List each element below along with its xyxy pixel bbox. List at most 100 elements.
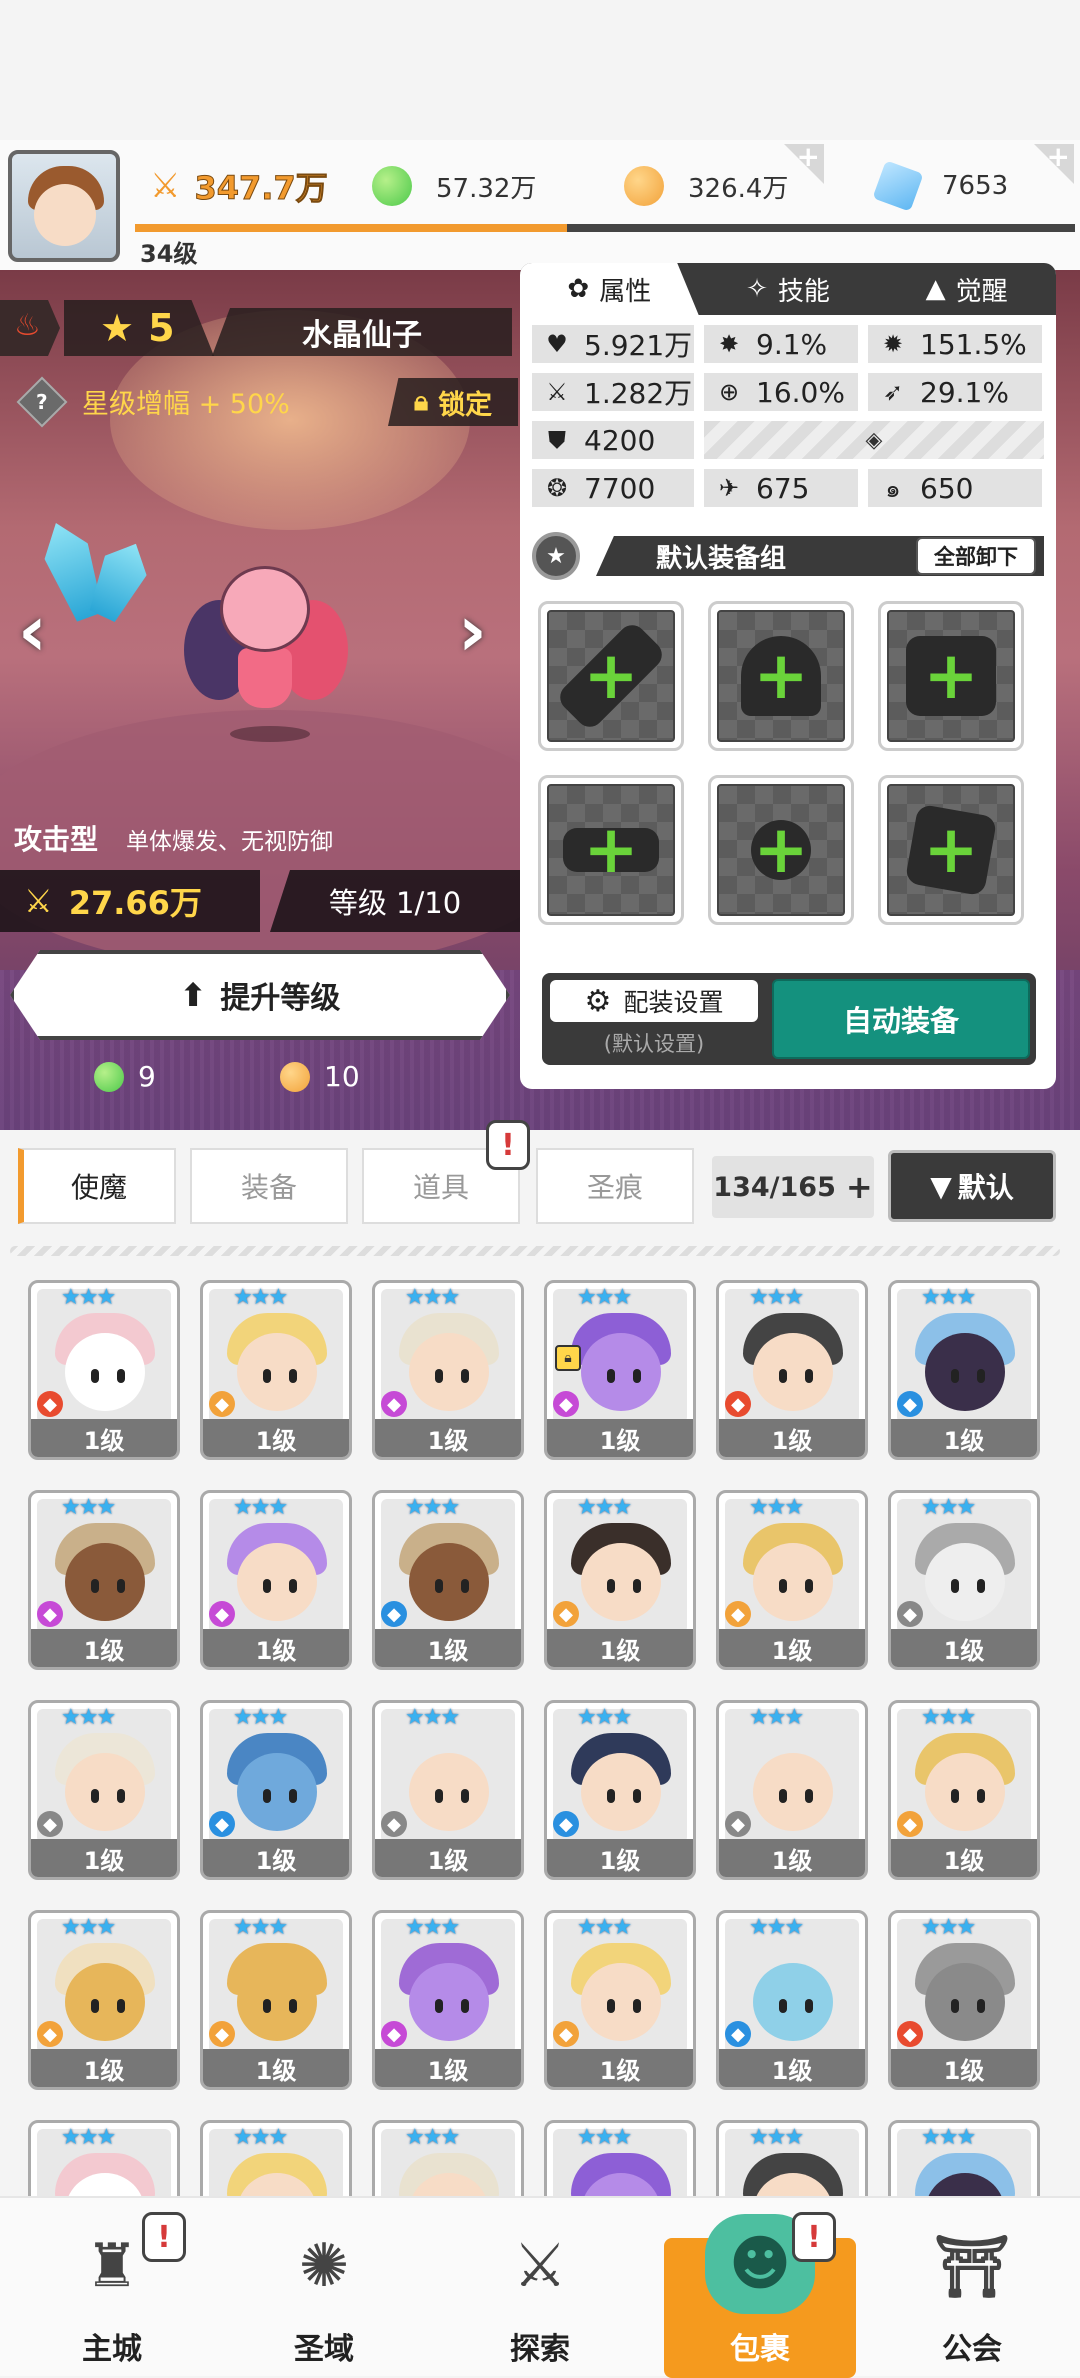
add-crystal-button[interactable] (1034, 144, 1074, 184)
bag-tabs-bar: 使魔 装备 道具 ! 圣痕 134/165 + ▼ 默认 (0, 1120, 1080, 1250)
familiar-card[interactable]: ★★★◆1级 (888, 1700, 1040, 1880)
sort-dropdown[interactable]: ▼ 默认 (888, 1150, 1056, 1222)
equip-slot-necklace[interactable]: + (708, 775, 854, 925)
star-boost-text: 星级增幅 + 50% (82, 389, 290, 420)
familiar-card[interactable]: ★★★◆1级 (28, 2120, 180, 2198)
familiar-card[interactable]: ★★★◆1级 (544, 1490, 696, 1670)
familiar-card[interactable]: ★★★◆1级 (716, 1910, 868, 2090)
familiar-card[interactable]: ★★★◆1级 (200, 1700, 352, 1880)
tab-attributes[interactable]: ✿ 属性 (520, 263, 699, 315)
familiar-card[interactable]: ★★★◆1级 (888, 1910, 1040, 2090)
familiar-card[interactable]: ★★★◆1级 (716, 1700, 868, 1880)
equip-slot-belt[interactable]: + (538, 775, 684, 925)
familiar-card[interactable]: ★★★◆1级 (372, 1280, 524, 1460)
previous-hero-arrow-icon[interactable]: ‹ (18, 590, 47, 672)
lock-button[interactable]: 🔒︎ 锁定 (388, 378, 518, 426)
familiar-level: 1级 (719, 1419, 865, 1457)
familiar-card[interactable]: ★★★◆1级 (372, 2120, 524, 2198)
familiar-card[interactable]: ★★★◆1级 (888, 2120, 1040, 2198)
main-city-alert-icon: ! (142, 2212, 186, 2262)
familiar-eye (805, 1789, 813, 1803)
add-icon: + (583, 637, 639, 714)
familiar-card[interactable]: ★★★◆1级 (200, 1280, 352, 1460)
help-icon[interactable]: ? (16, 376, 68, 427)
familiar-card[interactable]: ★★★◆1级 (716, 1490, 868, 1670)
familiar-card[interactable]: ★★★◆1级 (544, 1910, 696, 2090)
familiar-card[interactable]: ★★★◆1级 (200, 2120, 352, 2198)
familiar-card[interactable]: ★★★◆1级 (544, 2120, 696, 2198)
familiar-eye (263, 1999, 271, 2013)
avatar-face (34, 184, 96, 246)
upgrade-level-button[interactable]: ⬆ 提升等级 (10, 950, 510, 1040)
equip-slot-armor[interactable]: + (878, 601, 1024, 751)
loadout-settings: ⚙ 配装设置 (默认设置) (542, 973, 766, 1065)
stat-speed-value: 29.1% (920, 375, 1009, 409)
sword-icon: ⚔ (546, 378, 568, 406)
familiar-card[interactable]: ★★★◆1级 (544, 1700, 696, 1880)
plus-icon: + (845, 1168, 873, 1206)
nav-explore[interactable]: ⚔ 探索 (440, 2198, 640, 2378)
familiar-card[interactable]: ★★★◆1级 (888, 1280, 1040, 1460)
next-hero-arrow-icon[interactable]: › (458, 590, 487, 672)
familiar-face (925, 1753, 1005, 1831)
familiar-card[interactable]: ★★★◆1级 (888, 1490, 1040, 1670)
star-rating-icon: ★★★ (405, 1285, 460, 1310)
vortex-icon: ✺ (298, 2231, 350, 2301)
nav-guild[interactable]: ⛩ 公会 (872, 2198, 1072, 2378)
inventory-count[interactable]: 134/165 + (712, 1156, 874, 1218)
star-rating-icon: ★★★ (577, 1495, 632, 1520)
auto-equip-button[interactable]: 自动装备 (772, 979, 1030, 1059)
familiar-card[interactable]: ★★★◆1级 (28, 1490, 180, 1670)
star-rating-icon: ★★★ (61, 1495, 116, 1520)
hero-body (238, 648, 292, 708)
nav-sanctuary[interactable]: ✺ 圣域 (224, 2198, 424, 2378)
element-icon: ◆ (37, 1811, 63, 1837)
familiar-eye (607, 1789, 615, 1803)
familiar-card[interactable]: ★★★◆1级 (716, 1280, 868, 1460)
familiar-card[interactable]: ★★★◆1级 (372, 1910, 524, 2090)
crit-burst-icon: ✸ (718, 330, 740, 358)
star-boost-info[interactable]: ? 星级增幅 + 50% (16, 376, 290, 427)
equip-slot-accessory[interactable]: + (878, 775, 1024, 925)
familiar-face (753, 1543, 833, 1621)
familiar-card[interactable]: ★★★◆1级 (28, 1280, 180, 1460)
familiar-card[interactable]: ★★★ ◆ 1级 🔒︎ (544, 1280, 696, 1460)
upgrade-label: 提升等级 (220, 981, 341, 1016)
familiar-card[interactable]: ★★★◆1级 (28, 1700, 180, 1880)
add-gold-button[interactable] (784, 144, 824, 184)
arrow-up-icon: ⬆ (179, 976, 207, 1014)
star-rating-icon: ★★★ (61, 1915, 116, 1940)
element-icon: ◆ (553, 1601, 579, 1627)
tab-equipment[interactable]: 装备 (190, 1148, 348, 1224)
familiar-card[interactable]: ★★★◆1级 (200, 1490, 352, 1670)
familiar-card[interactable]: ★★★◆1级 (200, 1910, 352, 2090)
familiar-level: 1级 (719, 1629, 865, 1667)
equip-slot-weapon[interactable]: + (538, 601, 684, 751)
element-icon: ◆ (553, 1391, 579, 1417)
familiar-face (409, 1753, 489, 1831)
loadout-settings-button[interactable]: ⚙ 配装设置 (550, 980, 758, 1022)
familiar-card[interactable]: ★★★◆1级 (372, 1490, 524, 1670)
unload-all-button[interactable]: 全部卸下 (916, 537, 1036, 575)
familiar-card[interactable]: ★★★◆1级 (716, 2120, 868, 2198)
familiar-card[interactable]: ★★★◆1级 (372, 1700, 524, 1880)
player-avatar[interactable] (8, 150, 120, 262)
familiar-card[interactable]: ★★★◆1级 (28, 1910, 180, 2090)
familiar-eye (977, 1369, 985, 1383)
equip-slot-helmet[interactable]: + (708, 601, 854, 751)
gear-icon: ⚙ (584, 983, 612, 1019)
familiar-eye (779, 1789, 787, 1803)
experience-bar (135, 224, 1075, 232)
tab-skills[interactable]: ✧ 技能 (699, 263, 878, 315)
familiar-eye (91, 1369, 99, 1383)
blue-crystal-icon (872, 160, 924, 212)
tab-awaken[interactable]: ▲ 觉醒 (877, 263, 1056, 315)
stat-crit-damage-value: 151.5% (920, 327, 1027, 361)
element-icon: ◆ (725, 1601, 751, 1627)
familiar-eye (461, 1789, 469, 1803)
tab-stigmata[interactable]: 圣痕 (536, 1148, 694, 1224)
tab-familiars[interactable]: 使魔 (18, 1148, 176, 1224)
stat-crit-value: 9.1% (756, 327, 828, 361)
add-icon: + (923, 637, 979, 714)
stat-accuracy-value: 16.0% (756, 375, 845, 409)
